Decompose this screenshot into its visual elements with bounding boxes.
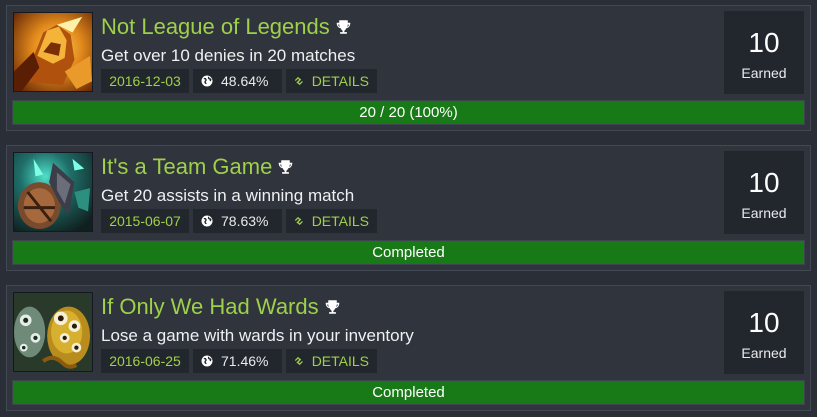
unlock-date: 2015-06-07 <box>101 209 189 233</box>
golden-helmet-hero-icon <box>13 12 93 92</box>
earned-label: Earned <box>741 65 787 81</box>
global-percent-value: 71.46% <box>221 353 269 369</box>
achievement-meta: 2016-06-25 71.46% DETAILS <box>101 349 381 373</box>
achievement-description: Get over 10 denies in 20 matches <box>101 46 356 65</box>
shield-ghost-hero-icon <box>13 152 93 232</box>
details-label: DETAILS <box>311 213 369 229</box>
globe-icon <box>201 355 213 367</box>
global-percent-value: 48.64% <box>221 73 269 89</box>
achievement-card: It's a Team Game Get 20 assists in a win… <box>6 145 811 271</box>
achievement-meta: 2016-12-03 48.64% DETAILS <box>101 69 381 93</box>
details-label: DETAILS <box>311 353 369 369</box>
achievement-card: Not League of Legends Get over 10 denies… <box>6 5 811 131</box>
globe-icon <box>201 215 213 227</box>
achievement-title-row: Not League of Legends <box>101 12 352 42</box>
points-value: 10 <box>748 167 780 198</box>
achievement-title-row: It's a Team Game <box>101 152 294 182</box>
achievement-title: It's a Team Game <box>101 154 273 179</box>
progress-text: Completed <box>372 384 445 401</box>
achievement-title-row: If Only We Had Wards <box>101 292 341 322</box>
global-percent-value: 78.63% <box>221 213 269 229</box>
progress-bar: 20 / 20 (100%) <box>12 100 805 125</box>
progress-text: 20 / 20 (100%) <box>359 104 458 121</box>
achievement-card: If Only We Had Wards Lose a game with wa… <box>6 285 811 411</box>
achievement-description: Get 20 assists in a winning match <box>101 186 355 205</box>
progress-bar: Completed <box>12 240 805 265</box>
points-earned-box: 10 Earned <box>724 151 804 234</box>
trophy-icon <box>277 158 294 176</box>
achievement-description: Lose a game with wards in your inventory <box>101 326 414 345</box>
details-link[interactable]: DETAILS <box>286 69 377 93</box>
link-icon <box>294 75 304 87</box>
achievement-meta: 2015-06-07 78.63% DETAILS <box>101 209 381 233</box>
progress-text: Completed <box>372 244 445 261</box>
points-value: 10 <box>748 27 780 58</box>
trophy-icon <box>335 18 352 36</box>
link-icon <box>294 355 304 367</box>
earned-label: Earned <box>741 345 787 361</box>
details-label: DETAILS <box>311 73 369 89</box>
unlock-date: 2016-12-03 <box>101 69 189 93</box>
trophy-icon <box>324 298 341 316</box>
achievement-title: If Only We Had Wards <box>101 294 319 319</box>
details-link[interactable]: DETAILS <box>286 349 377 373</box>
details-link[interactable]: DETAILS <box>286 209 377 233</box>
link-icon <box>294 215 304 227</box>
eyeball-creatures-icon <box>13 292 93 372</box>
global-percent: 78.63% <box>193 209 282 233</box>
global-percent: 71.46% <box>193 349 282 373</box>
achievement-title: Not League of Legends <box>101 14 330 39</box>
globe-icon <box>201 75 213 87</box>
points-value: 10 <box>748 307 780 338</box>
unlock-date: 2016-06-25 <box>101 349 189 373</box>
progress-bar: Completed <box>12 380 805 405</box>
points-earned-box: 10 Earned <box>724 11 804 94</box>
earned-label: Earned <box>741 205 787 221</box>
points-earned-box: 10 Earned <box>724 291 804 374</box>
global-percent: 48.64% <box>193 69 282 93</box>
